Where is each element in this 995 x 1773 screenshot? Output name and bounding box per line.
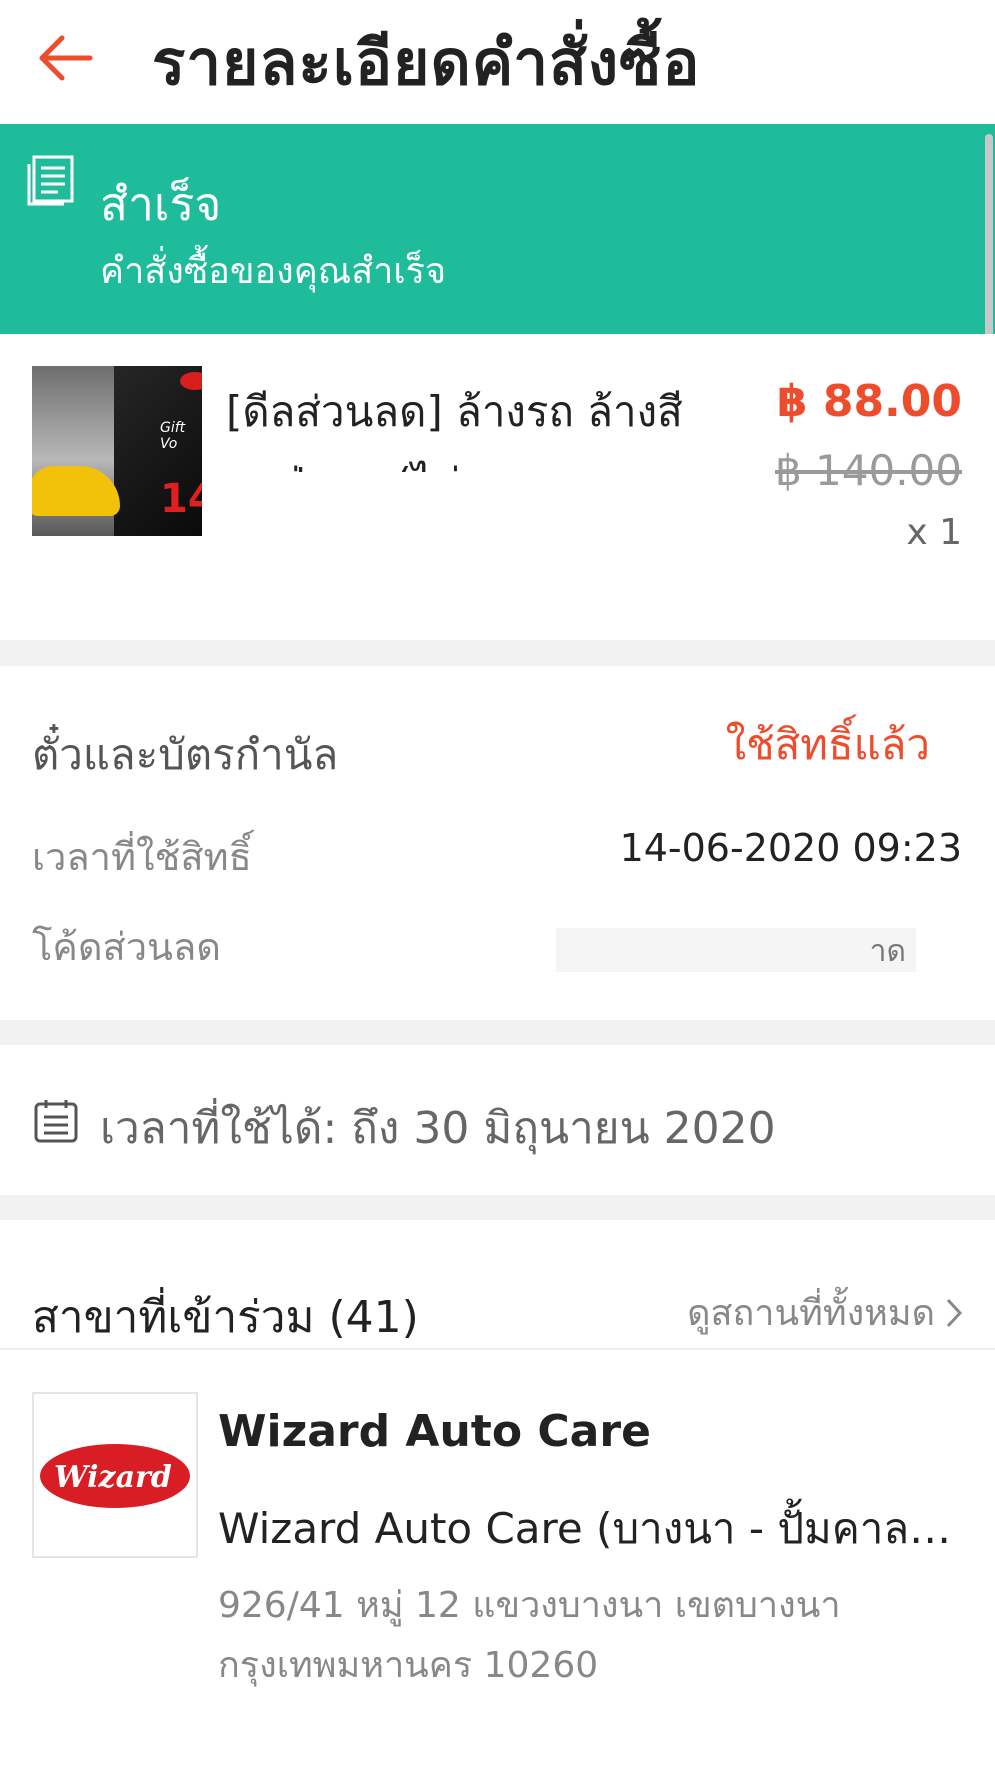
logo-text: Wizard	[54, 1460, 172, 1495]
product-price: ฿ 88.00	[776, 376, 962, 427]
product-item[interactable]: Gift Vo 14 [ดีลส่วนลด] ล้างรถ ล้างสีดูดฝ…	[0, 334, 995, 640]
validity-text: เวลาที่ใช้ได้: ถึง 30 มิถุนายน 2020	[100, 1103, 776, 1154]
section-divider	[0, 1020, 995, 1045]
voucher-section: ตั๋วและบัตรกำนัล ใช้สิทธิ์แล้ว เวลาที่ใช…	[0, 666, 995, 1020]
status-subtitle: คำสั่งซื้อของคุณสำเร็จ	[100, 251, 447, 292]
product-thumbnail: Gift Vo 14	[32, 366, 202, 536]
chevron-right-icon	[946, 1298, 963, 1327]
product-quantity: x 1	[906, 512, 962, 553]
product-original-price: ฿ 140.00	[774, 446, 962, 495]
voucher-title: ตั๋วและบัตรกำนัล	[32, 730, 339, 779]
thumbnail-gift-text: Gift Vo	[160, 420, 186, 452]
divider	[0, 1348, 995, 1350]
section-divider	[0, 640, 995, 666]
calendar-icon	[34, 1100, 78, 1143]
voucher-status: ใช้สิทธิ์แล้ว	[725, 720, 930, 769]
page-title: รายละเอียดคำสั่งซื้อ	[152, 26, 701, 99]
discount-code-text: าด	[869, 934, 906, 969]
section-divider	[0, 1195, 995, 1220]
thumbnail-number-text: 14	[160, 476, 202, 522]
participating-branches: สาขาที่เข้าร่วม (41) ดูสถานที่ทั้งหมด Wi…	[0, 1220, 995, 1773]
branch-address: 926/41 หมู่ 12 แขวงบางนา เขตบางนา กรุงเท…	[218, 1585, 841, 1686]
used-time-value: 14-06-2020 09:23	[619, 826, 962, 870]
product-name: [ดีลส่วนลด] ล้างรถ ล้างสีดูดฝุ่นรถ (ไม่ร…	[226, 387, 683, 472]
document-icon	[27, 155, 74, 206]
merchant-name[interactable]: Wizard Auto Care	[218, 1406, 651, 1457]
used-time-label: เวลาที่ใช้สิทธิ์	[32, 835, 252, 879]
branches-title: สาขาที่เข้าร่วม (41)	[32, 1292, 419, 1343]
view-all-label: ดูสถานที่ทั้งหมด	[687, 1293, 935, 1334]
status-title: สำเร็จ	[100, 177, 222, 231]
view-all-locations-link[interactable]: ดูสถานที่ทั้งหมด	[687, 1284, 965, 1341]
order-status-banner: สำเร็จ คำสั่งซื้อของคุณสำเร็จ	[0, 124, 995, 334]
discount-code-label: โค้ดส่วนลด	[32, 925, 221, 969]
discount-code-value: าด	[556, 928, 916, 972]
validity-section: เวลาที่ใช้ได้: ถึง 30 มิถุนายน 2020	[0, 1045, 995, 1195]
app-header: รายละเอียดคำสั่งซื้อ	[0, 0, 995, 124]
arrow-left-icon[interactable]	[30, 18, 110, 98]
branch-name[interactable]: Wizard Auto Care (บางนา - ปั้มคาลเท็กซ์)	[218, 1496, 963, 1562]
wizard-logo: Wizard	[32, 1392, 198, 1558]
